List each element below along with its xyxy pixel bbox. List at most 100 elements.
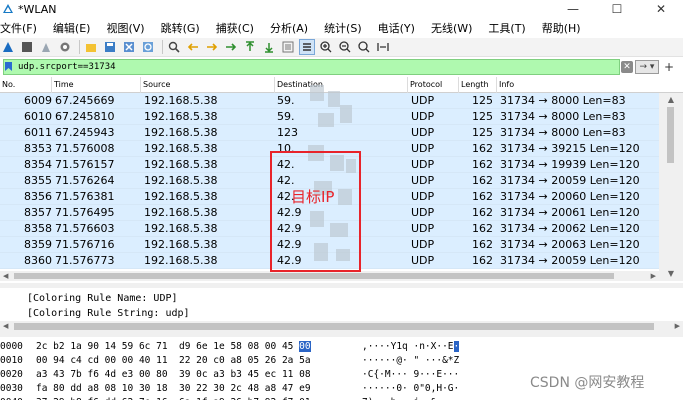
bytes-ascii-text: ······0· 0"0,H·G· [362,383,460,394]
menu-help[interactable]: 帮助(H) [534,20,589,36]
packet-source: 192.168.5.38 [144,142,218,155]
packet-info: 31734 → 20062 Len=120 [500,222,640,235]
bytes-line[interactable]: 0040 37 29 b8 f6 dd 62 7e 16 6a 1f a9 26 … [0,396,683,400]
packet-protocol: UDP [411,206,435,219]
go-forward-icon[interactable] [204,39,220,55]
scrollbar-thumb[interactable] [667,107,674,163]
packet-info: 31734 → 20059 Len=120 [500,254,640,267]
apply-filter-button[interactable]: → ▾ [635,60,659,74]
go-to-packet-icon[interactable] [223,39,239,55]
packet-source: 192.168.5.38 [144,222,218,235]
packet-number: 6010 [24,110,52,123]
details-horizontal-scrollbar[interactable]: ◀ ▶ [0,321,683,332]
menu-view[interactable]: 视图(V) [98,20,152,36]
menu-capture[interactable]: 捕获(C) [208,20,262,36]
packet-length: 162 [472,190,493,203]
bytes-line[interactable]: 0000 2c b2 1a 90 14 59 6c 71 d9 6e 1e 58 … [0,340,683,354]
column-header-protocol[interactable]: Protocol [408,77,459,93]
menu-edit[interactable]: 编辑(E) [45,20,99,36]
window-title: *WLAN [18,2,57,16]
bytes-ascii: ·C{·M··· 9···E··· [362,368,472,382]
packet-number: 8355 [24,174,52,187]
bytes-hex: fa 80 dd a8 08 10 30 18 30 22 30 2c 48 a… [36,382,356,396]
packet-protocol: UDP [411,254,435,267]
capture-options-icon[interactable] [57,39,73,55]
column-header-source[interactable]: Source [141,77,275,93]
packet-number: 8360 [24,254,52,267]
menu-tools[interactable]: 工具(T) [480,20,533,36]
detail-line-coloring-rule-name[interactable]: [Coloring Rule Name: UDP] [27,291,178,306]
bytes-hex-text: 2c b2 1a 90 14 59 6c 71 d9 6e 1e 58 08 0… [36,341,300,352]
normal-size-icon[interactable] [356,39,372,55]
find-packet-icon[interactable] [166,39,182,55]
minimize-button[interactable]: — [551,0,595,18]
menu-go[interactable]: 跳转(G) [153,20,208,36]
bytes-line[interactable]: 0010 00 94 c4 cd 00 00 40 11 22 20 c0 a8 … [0,354,683,368]
packet-source: 192.168.5.38 [144,158,218,171]
packet-list-vertical-scrollbar[interactable]: ▲ ▼ [659,93,683,281]
restart-capture-icon[interactable] [38,39,54,55]
column-header-length[interactable]: Length [459,77,497,93]
scroll-left-icon[interactable]: ◀ [3,321,8,332]
target-ip-label: 目标IP [291,188,335,206]
colorize-icon[interactable] [299,39,315,55]
menu-wireless[interactable]: 无线(W) [423,20,480,36]
packet-time: 71.576264 [55,174,115,187]
packet-info: 31734 → 8000 Len=83 [500,94,626,107]
scroll-left-icon[interactable]: ◀ [3,271,8,281]
save-file-icon[interactable] [102,39,118,55]
packet-list-horizontal-scrollbar[interactable]: ◀ ▶ [0,271,659,281]
scroll-right-icon[interactable]: ▶ [651,271,656,281]
packet-number: 6009 [24,94,52,107]
scroll-right-icon[interactable]: ▶ [675,321,680,332]
scroll-down-icon[interactable]: ▼ [666,269,676,279]
packet-length: 162 [472,142,493,155]
last-packet-icon[interactable] [261,39,277,55]
menu-analyze[interactable]: 分析(A) [262,20,316,36]
packet-protocol: UDP [411,222,435,235]
go-back-icon[interactable] [185,39,201,55]
open-file-icon[interactable] [83,39,99,55]
clear-filter-button[interactable]: ✕ [621,61,633,73]
bytes-offset: 0010 [0,355,23,366]
scrollbar-thumb[interactable] [14,323,654,330]
resize-columns-icon[interactable] [375,39,391,55]
bytes-offset: 0040 [0,396,30,400]
bytes-ascii-text: ······@· " ···&*Z [362,355,460,366]
menu-telephony[interactable]: 电话(Y) [370,20,423,36]
display-filter-input[interactable]: udp.srcport==31734 [3,59,620,75]
packet-protocol: UDP [411,238,435,251]
packet-source: 192.168.5.38 [144,190,218,203]
packet-time: 71.576603 [55,222,115,235]
bytes-offset: 0020 [0,369,23,380]
scrollbar-thumb[interactable] [14,273,614,279]
start-capture-icon[interactable] [0,39,16,55]
close-button[interactable]: ✕ [639,0,683,18]
column-header-no[interactable]: No. [0,77,52,93]
column-header-info[interactable]: Info [497,77,659,93]
watermark: CSDN @网安教程 [530,375,645,391]
scroll-up-icon[interactable]: ▲ [666,95,676,105]
menu-file[interactable]: 文件(F) [0,20,45,36]
packet-length: 162 [472,206,493,219]
packet-time: 71.576716 [55,238,115,251]
packet-info: 31734 → 20060 Len=120 [500,190,640,203]
zoom-out-icon[interactable] [337,39,353,55]
packet-number: 8358 [24,222,52,235]
reload-file-icon[interactable] [140,39,156,55]
close-file-icon[interactable] [121,39,137,55]
detail-line-coloring-rule-string[interactable]: [Coloring Rule String: udp] [27,306,190,321]
first-packet-icon[interactable] [242,39,258,55]
filter-bookmark-icon[interactable] [4,61,14,72]
auto-scroll-icon[interactable] [280,39,296,55]
column-header-time[interactable]: Time [52,77,141,93]
packet-length: 162 [472,238,493,251]
menu-statistics[interactable]: 统计(S) [316,20,370,36]
packet-info: 31734 → 8000 Len=83 [500,126,626,139]
bytes-ascii: 7)···b~· j··&···· [362,396,472,400]
bytes-ascii-text: ,····Y1q ·n·X··E [362,341,454,352]
maximize-button[interactable]: ☐ [595,0,639,18]
stop-capture-icon[interactable] [19,39,35,55]
add-filter-button[interactable]: + [662,60,676,74]
zoom-in-icon[interactable] [318,39,334,55]
